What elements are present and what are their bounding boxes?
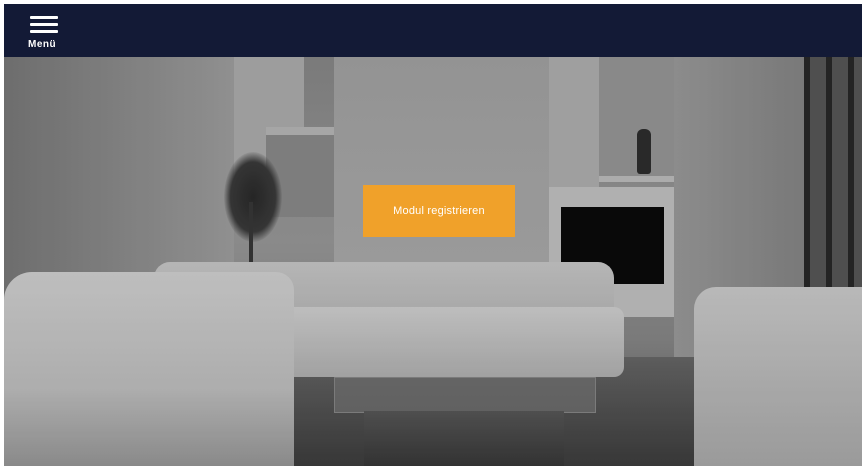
menu-toggle-button[interactable]: Menü [26,10,68,54]
menu-label: Menü [28,39,57,50]
app-frame: Menü Modul registrieren [4,4,862,466]
top-navigation-bar: Menü [4,4,862,57]
hero-background-image [4,57,862,466]
hamburger-menu-icon [30,14,58,36]
register-module-button[interactable]: Modul registrieren [363,185,515,237]
